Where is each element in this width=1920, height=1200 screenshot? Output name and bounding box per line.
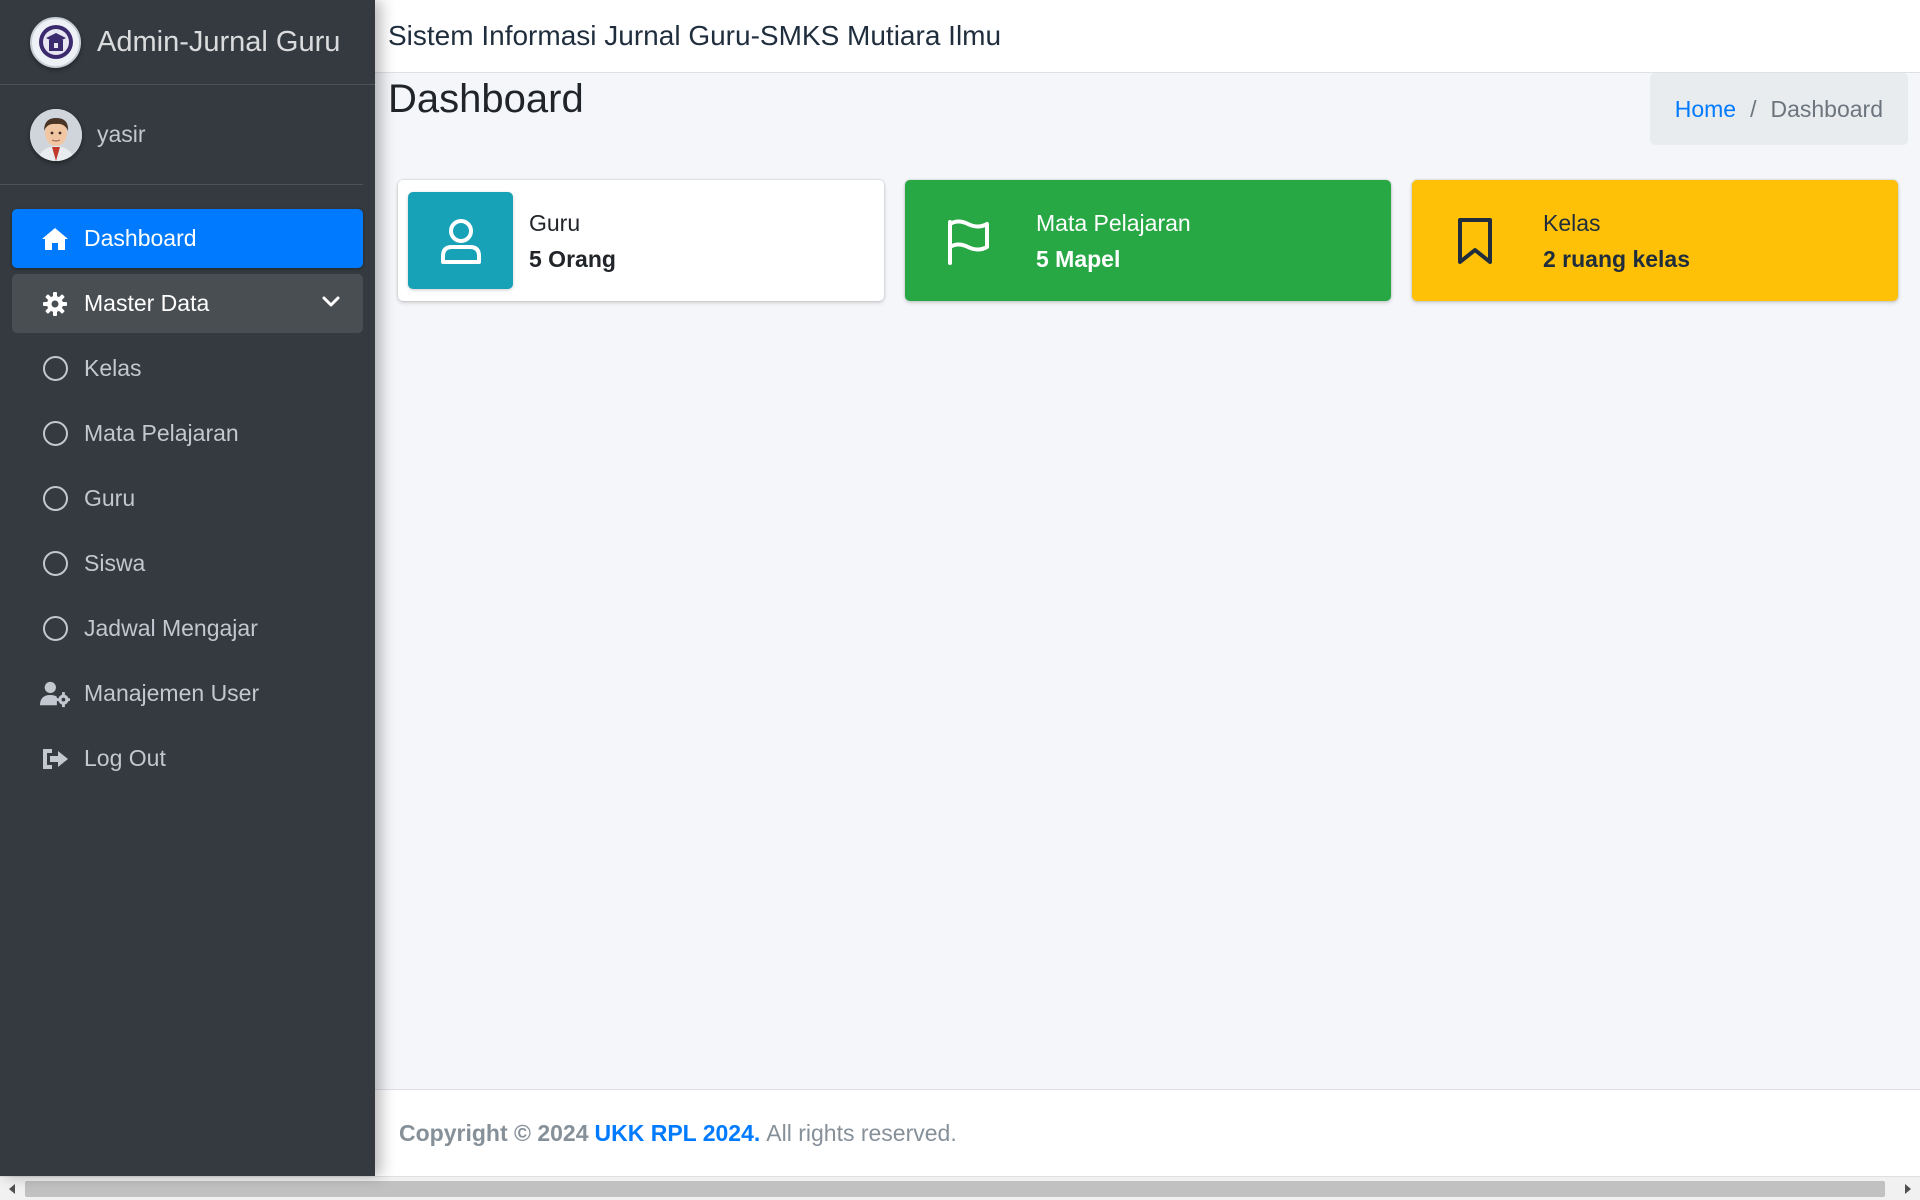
footer-rights: All rights reserved. xyxy=(766,1119,957,1146)
sidebar-item-jadwal-mengajar[interactable]: Jadwal Mengajar xyxy=(12,599,363,658)
info-boxes: Guru 5 Orang Mata Pelajaran 5 Mapel Kela… xyxy=(398,180,1898,301)
content-header: Dashboard Home / Dashboard xyxy=(375,73,1920,163)
page-title: Dashboard xyxy=(388,77,584,121)
scrollbar-thumb[interactable] xyxy=(25,1181,1885,1197)
footer-brand-link[interactable]: UKK RPL 2024. xyxy=(595,1120,761,1147)
sidebar-item-label: Siswa xyxy=(84,550,146,576)
top-navbar: Sistem Informasi Jurnal Guru-SMKS Mutiar… xyxy=(375,0,1920,73)
home-icon xyxy=(40,224,70,254)
gear-icon xyxy=(40,289,70,319)
sidebar-item-label: Manajemen User xyxy=(84,680,260,706)
info-box-guru[interactable]: Guru 5 Orang xyxy=(398,180,884,301)
sidebar-nav: Dashboard Master Data Kelas Mata Pelajar… xyxy=(0,185,375,788)
horizontal-scrollbar[interactable] xyxy=(0,1176,1920,1200)
user-name: yasir xyxy=(97,121,146,147)
user-icon xyxy=(408,192,513,289)
info-box-mata-pelajaran[interactable]: Mata Pelajaran 5 Mapel xyxy=(905,180,1391,301)
sidebar-item-label: Master Data xyxy=(84,290,210,316)
sidebar-item-label: Guru xyxy=(84,485,136,511)
info-box-label: Mata Pelajaran xyxy=(1036,209,1191,236)
breadcrumb-home-link[interactable]: Home xyxy=(1675,96,1736,123)
circle-icon xyxy=(40,614,70,644)
sidebar-item-label: Kelas xyxy=(84,355,142,381)
sidebar-item-kelas[interactable]: Kelas xyxy=(12,339,363,398)
scroll-left-arrow-icon[interactable] xyxy=(0,1177,24,1200)
user-panel[interactable]: yasir xyxy=(0,85,363,185)
brand-title: Admin-Jurnal Guru xyxy=(97,25,341,58)
sidebar-item-mata-pelajaran[interactable]: Mata Pelajaran xyxy=(12,404,363,463)
circle-icon xyxy=(40,484,70,514)
logout-icon xyxy=(40,744,70,774)
user-gear-icon xyxy=(40,679,70,709)
sidebar: Admin-Jurnal Guru yasir Dashboard Master… xyxy=(0,0,375,1176)
info-box-value: 5 Orang xyxy=(529,245,616,272)
app-title: Sistem Informasi Jurnal Guru-SMKS Mutiar… xyxy=(388,20,1002,51)
breadcrumb-current: Dashboard xyxy=(1770,95,1883,122)
sidebar-item-label: Log Out xyxy=(84,745,166,771)
info-box-label: Guru xyxy=(529,209,581,236)
circle-icon xyxy=(40,354,70,384)
circle-icon xyxy=(40,419,70,449)
info-box-value: 5 Mapel xyxy=(1036,245,1121,272)
bookmark-icon xyxy=(1422,192,1527,289)
user-avatar xyxy=(30,108,82,161)
info-box-kelas[interactable]: Kelas 2 ruang kelas xyxy=(1412,180,1898,301)
breadcrumb: Home / Dashboard xyxy=(1649,73,1908,145)
school-logo-icon xyxy=(30,16,81,68)
sidebar-item-siswa[interactable]: Siswa xyxy=(12,534,363,593)
info-box-value: 2 ruang kelas xyxy=(1543,245,1691,272)
flag-icon xyxy=(915,192,1020,289)
circle-icon xyxy=(40,549,70,579)
sidebar-item-dashboard[interactable]: Dashboard xyxy=(12,209,363,268)
footer-copyright: Copyright © 2024 xyxy=(399,1119,589,1146)
footer: Copyright © 2024 UKK RPL 2024. All right… xyxy=(375,1089,1920,1176)
sidebar-item-guru[interactable]: Guru xyxy=(12,469,363,528)
sidebar-item-logout[interactable]: Log Out xyxy=(12,729,363,788)
sidebar-item-manajemen-user[interactable]: Manajemen User xyxy=(12,664,363,723)
info-box-label: Kelas xyxy=(1543,209,1601,236)
scroll-right-arrow-icon[interactable] xyxy=(1896,1177,1920,1200)
breadcrumb-separator: / xyxy=(1750,95,1757,122)
sidebar-item-label: Jadwal Mengajar xyxy=(84,615,258,641)
sidebar-item-label: Mata Pelajaran xyxy=(84,420,239,446)
chevron-down-icon[interactable] xyxy=(321,291,341,318)
sidebar-item-label: Dashboard xyxy=(84,225,197,251)
brand-link[interactable]: Admin-Jurnal Guru xyxy=(0,0,375,85)
sidebar-item-master-data[interactable]: Master Data xyxy=(12,274,363,333)
